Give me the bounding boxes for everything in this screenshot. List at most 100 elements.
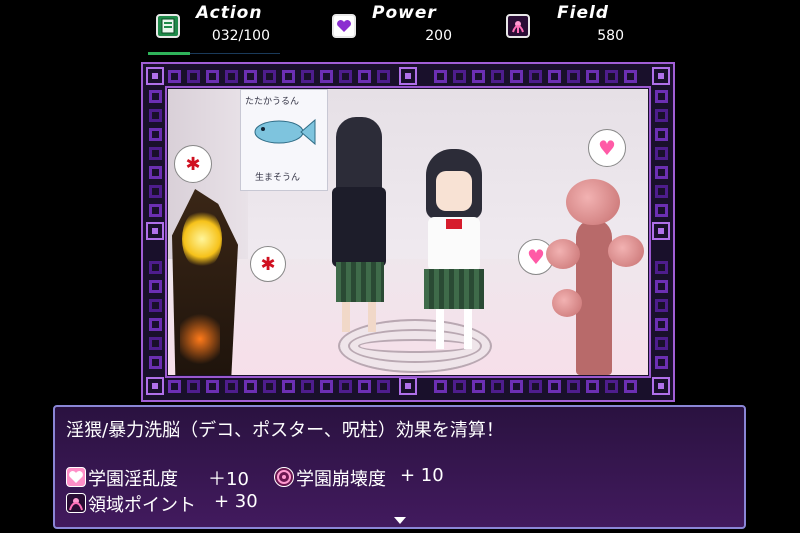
frame-tile [655, 261, 668, 274]
frame-corner [399, 377, 417, 395]
advance-arrow-icon[interactable] [394, 517, 406, 524]
student-girl-blazer [328, 117, 392, 347]
frame-tile [655, 166, 668, 179]
frame-tile [655, 337, 668, 350]
frame-corner [146, 377, 164, 395]
heart-icon [332, 14, 356, 38]
frame-tile [149, 147, 162, 160]
frame-corner [652, 377, 670, 395]
collapse-swirl-icon [274, 467, 294, 487]
frame-tile [624, 70, 637, 83]
action-progress-track [190, 53, 280, 54]
frame-tile [149, 185, 162, 198]
frame-tile [655, 280, 668, 293]
frame-tile [434, 70, 447, 83]
stat-lewdness-label: 学園淫乱度 [88, 469, 178, 490]
frame-tile [301, 380, 314, 393]
frame-tile [149, 299, 162, 312]
stat-lewdness-value: ＋10 [208, 469, 249, 490]
frame-tile [567, 70, 580, 83]
fish-poster: たたかうるん 生まそうん [240, 89, 328, 191]
frame-tile [149, 166, 162, 179]
frame-tile [225, 70, 238, 83]
frame-tile [244, 70, 257, 83]
frame-tile [510, 70, 523, 83]
frame-tile [655, 185, 668, 198]
fish-icon [254, 118, 316, 146]
frame-tile [510, 380, 523, 393]
field-label: Field [557, 3, 609, 23]
frame-tile [358, 70, 371, 83]
frame-tile [567, 380, 580, 393]
poster-text-top: たたかうるん [245, 97, 300, 107]
student-girl-shirt [414, 149, 494, 359]
frame-tile [605, 380, 618, 393]
tentacle-emblem-icon [506, 14, 530, 38]
frame-tile [655, 147, 668, 160]
frame-tile [548, 70, 561, 83]
frame-tile [472, 70, 485, 83]
frame-tile [168, 380, 181, 393]
frame-tile [586, 70, 599, 83]
frame-tile [244, 380, 257, 393]
frame-tile [655, 128, 668, 141]
frame-corner [652, 67, 670, 85]
anger-bubble: ✱ [174, 145, 212, 183]
action-label: Action [196, 3, 263, 23]
frame-tile [377, 70, 390, 83]
frame-tile [548, 380, 561, 393]
frame-tile [655, 356, 668, 369]
frame-tile [453, 70, 466, 83]
frame-tile [206, 70, 219, 83]
action-progress-bar [148, 52, 190, 55]
field-value: 580 [597, 28, 624, 44]
frame-tile [149, 204, 162, 217]
frame-tile [491, 70, 504, 83]
frame-tile [655, 204, 668, 217]
frame-tile [168, 70, 181, 83]
frame-tile [472, 380, 485, 393]
frame-corner [146, 67, 164, 85]
frame-corner [399, 67, 417, 85]
frame-tile [453, 380, 466, 393]
frame-tile [655, 90, 668, 103]
frame-corner [652, 222, 670, 240]
anger-bubble: ✱ [250, 246, 286, 282]
frame-tile [149, 109, 162, 122]
frame-tile [655, 318, 668, 331]
frame-tile [320, 380, 333, 393]
stat-territory-value: + 30 [214, 491, 258, 512]
frame-tile [624, 380, 637, 393]
frame-tile [149, 128, 162, 141]
tentacle-plant [546, 179, 646, 375]
message-line: 淫猥/暴力洗脳（デコ、ポスター、呪柱）効果を清算！ [66, 420, 504, 441]
frame-tile [339, 70, 352, 83]
book-icon [156, 14, 180, 38]
frame-tile [187, 380, 200, 393]
stat-collapse-value: + 10 [400, 465, 444, 486]
frame-tile [282, 380, 295, 393]
frame-tile [339, 380, 352, 393]
frame-tile [529, 380, 542, 393]
frame-tile [149, 318, 162, 331]
frame-tile [263, 70, 276, 83]
stat-territory-label: 領域ポイント [88, 495, 196, 516]
action-value: 032/100 [211, 28, 270, 44]
frame-tile [529, 70, 542, 83]
frame-tile [301, 70, 314, 83]
frame-tile [149, 280, 162, 293]
frame-tile [149, 356, 162, 369]
frame-tile [263, 380, 276, 393]
frame-tile [149, 337, 162, 350]
power-label: Power [372, 3, 437, 23]
heart-bubble: ♥ [588, 129, 626, 167]
frame-tile [225, 380, 238, 393]
frame-tile [282, 70, 295, 83]
frame-tile [149, 261, 162, 274]
frame-corner [146, 222, 164, 240]
tentacle-emblem-icon [66, 493, 86, 513]
frame-tile [655, 109, 668, 122]
power-value: 200 [425, 28, 452, 44]
frame-tile [320, 70, 333, 83]
stat-collapse-label: 学園崩壊度 [296, 469, 386, 490]
